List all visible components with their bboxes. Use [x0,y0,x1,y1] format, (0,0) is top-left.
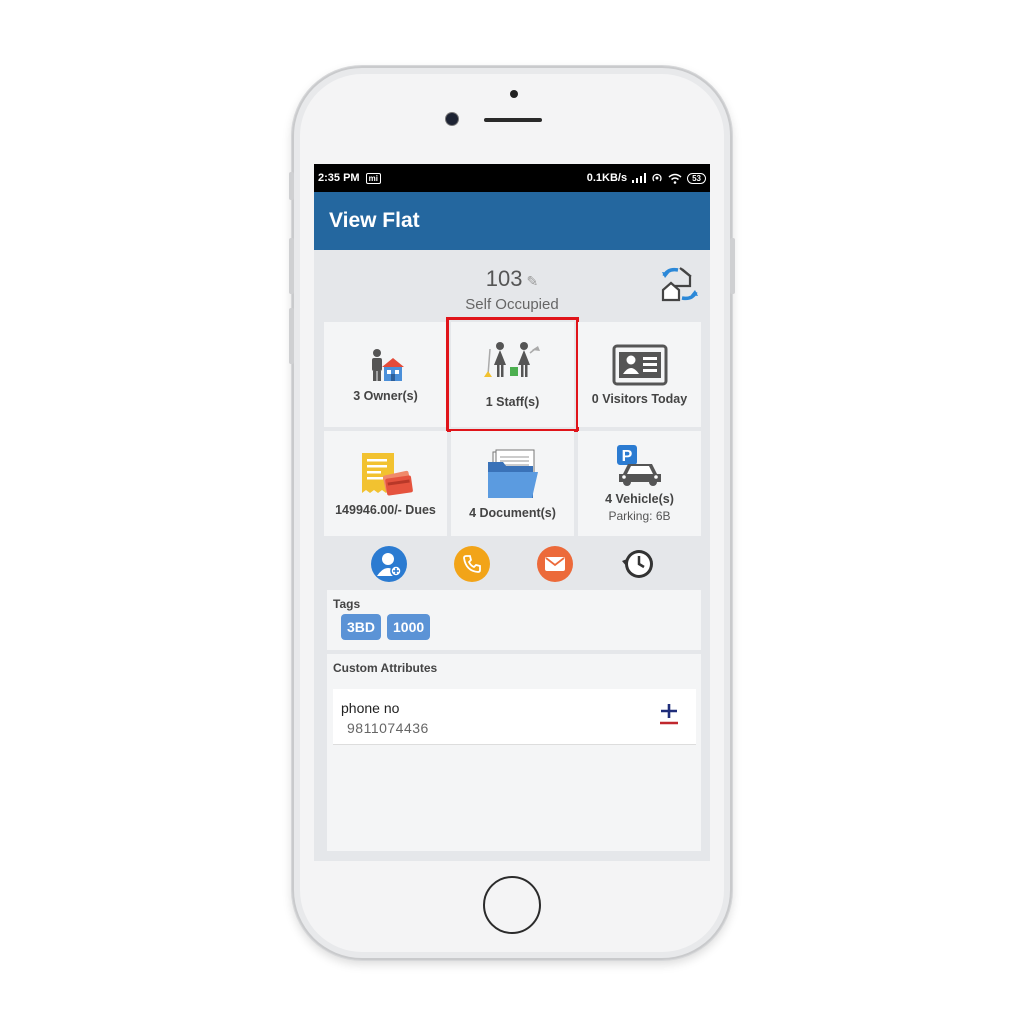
proximity-sensor [510,90,518,98]
parking-label: Parking: 6B [608,509,671,523]
add-user-button[interactable] [371,546,407,582]
tags-title: Tags [333,597,361,611]
earpiece-speaker [484,118,542,122]
add-user-icon [377,553,402,577]
flat-header: 103 ✎ Self Occupied [314,250,710,322]
bill-cards-icon [361,452,413,495]
history-button[interactable] [620,546,656,582]
flat-number-row: 103 ✎ [314,266,710,292]
tag-chip[interactable]: 1000 [387,614,431,640]
flat-summary-grid: 3 Owner(s) 1 Staff(s) 0 Visitors Today 1… [324,317,702,536]
staff-label: 1 Staff(s) [485,394,540,409]
mute-switch [289,172,294,200]
svg-text:P: P [621,448,632,465]
volume-up-button [289,238,294,294]
owners-label: 3 Owner(s) [353,388,418,403]
vehicles-label: 4 Vehicle(s) [605,492,674,506]
email-icon [545,557,565,571]
status-bar: 2:35 PM mi 0.1KB/s 53 [314,164,710,192]
front-camera [446,113,458,125]
signal-icon [632,173,647,183]
documents-label: 4 Document(s) [469,505,556,520]
id-card-icon [612,344,667,385]
home-button[interactable] [483,876,541,934]
network-speed: 0.1KB/s [586,172,628,184]
attribute-value: 9811074436 [347,720,429,736]
app-bar: View Flat [314,192,710,250]
visitors-tile[interactable]: 0 Visitors Today [578,322,701,427]
battery-indicator: 53 [687,172,706,184]
tags-section: Tags 3BD 1000 [327,590,701,650]
parking-car-icon: P [616,445,661,486]
status-time: 2:35 PM [318,172,360,184]
custom-attributes-title: Custom Attributes [333,661,438,675]
plus-minus-icon[interactable] [658,701,680,727]
folder-documents-icon [487,449,538,498]
carrier-badge: mi [365,172,381,184]
action-row [314,546,710,582]
staff-tile[interactable]: 1 Staff(s) [446,317,579,432]
tag-chip[interactable]: 3BD [341,614,382,640]
attribute-card: phone no 9811074436 [333,689,696,745]
flat-status: Self Occupied [465,296,559,313]
tag-list: 3BD 1000 [333,614,695,640]
wifi-icon [668,173,682,184]
documents-tile[interactable]: 4 Document(s) [451,431,574,536]
history-icon [622,550,653,578]
owner-house-icon [371,348,404,381]
staff-icon [483,341,540,377]
flat-number: 103 [485,266,523,291]
edit-pencil-icon[interactable]: ✎ [526,273,538,289]
email-button[interactable] [537,546,573,582]
app-screen: 2:35 PM mi 0.1KB/s 53 View Flat 103 ✎ Se… [314,164,710,861]
hotspot-icon [652,173,662,182]
phone-icon [463,555,481,573]
attribute-name: phone no [341,700,400,716]
volume-down-button [289,308,294,364]
dues-label: 149946.00/- Dues [335,502,436,517]
custom-attributes-section: Custom Attributes phone no 9811074436 [327,654,701,851]
vehicles-tile[interactable]: P 4 Vehicle(s) Parking: 6B [578,431,701,536]
owners-tile[interactable]: 3 Owner(s) [324,322,447,427]
visitors-label: 0 Visitors Today [591,391,688,406]
dues-tile[interactable]: 149946.00/- Dues [324,431,447,536]
power-button [730,238,735,294]
swap-home-icon[interactable] [658,264,702,304]
call-button[interactable] [454,546,490,582]
page-title: View Flat [329,209,420,232]
